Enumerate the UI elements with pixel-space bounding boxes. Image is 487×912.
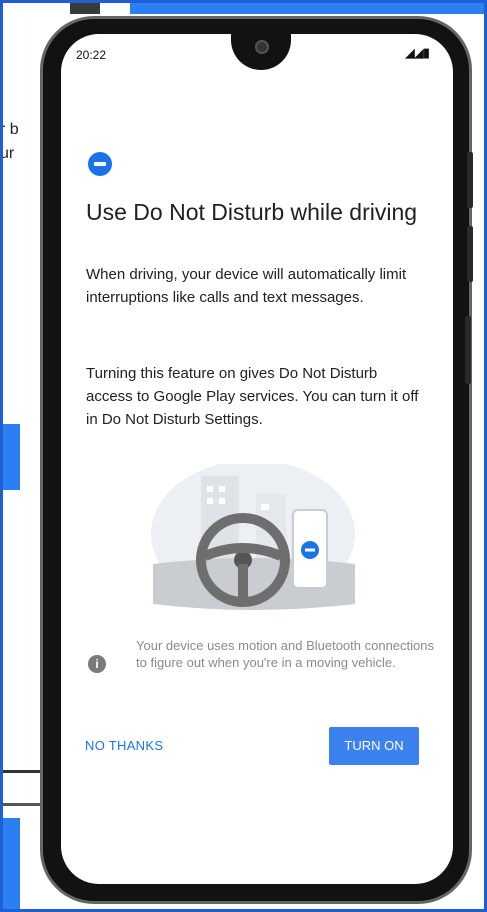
no-thanks-button[interactable]: NO THANKS (85, 738, 163, 753)
phone-screen: 20:22 ◢◢▮ Use Do Not Disturb while drivi… (61, 34, 453, 884)
background-photo-fragment (70, 0, 100, 14)
background-text-line: ur (0, 145, 15, 162)
background-blue-bar (130, 0, 487, 14)
phone-with-dnd-icon (292, 509, 328, 589)
do-not-disturb-icon (88, 152, 112, 176)
status-time: 20:22 (76, 48, 107, 62)
background-text-fragment: r b ur (0, 118, 19, 166)
info-text: Your device uses motion and Bluetooth co… (136, 638, 434, 670)
notch (231, 34, 291, 70)
front-camera (255, 40, 269, 54)
dialog-title: Use Do Not Disturb while driving (86, 199, 418, 225)
volume-down-button (467, 226, 473, 282)
dialog-permission-text: Turning this feature on gives Do Not Dis… (86, 365, 419, 428)
background-text-line: r b (0, 121, 19, 138)
signal-icon: ◢◢▮ (404, 45, 430, 60)
info-icon: i (88, 655, 106, 673)
power-button (465, 316, 471, 384)
volume-up-button (467, 152, 473, 208)
background-phone-edge (0, 770, 40, 806)
driving-illustration (151, 464, 355, 610)
background-blue-block (0, 818, 20, 912)
dialog-description: When driving, your device will automatic… (86, 266, 407, 306)
turn-on-button[interactable]: TURN ON (329, 727, 419, 765)
background-blue-block (0, 424, 20, 490)
